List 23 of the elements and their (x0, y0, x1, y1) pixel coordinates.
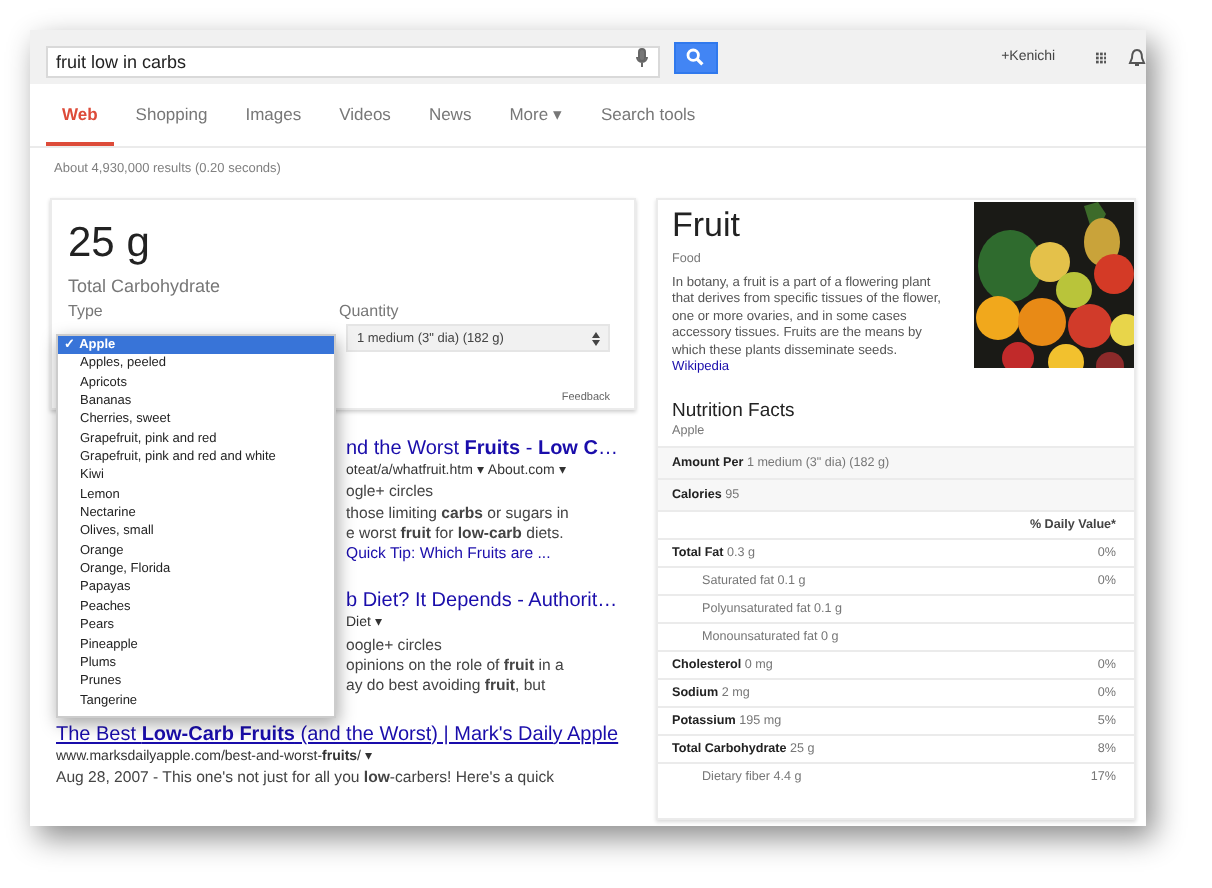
quantity-label: Quantity (339, 302, 401, 320)
nutrient-name: Total Carbohydrate (68, 276, 223, 296)
nutrition-heading: Nutrition Facts (670, 398, 797, 423)
search-tab[interactable]: Videos (323, 84, 407, 146)
search-button[interactable] (674, 41, 718, 73)
search-tab[interactable]: Search tools (584, 84, 712, 146)
search-tab[interactable]: Shopping (119, 84, 224, 146)
result-title-link[interactable]: b Diet? It Depends - Authorit… (346, 590, 618, 615)
search-field[interactable]: fruit low in carbs (46, 45, 660, 77)
result-title-link[interactable]: nd the Worst Fruits - Low C… (346, 438, 618, 462)
bell-icon[interactable] (1128, 47, 1146, 67)
type-label: Type (68, 302, 105, 320)
amount-value: 25 g (68, 220, 152, 268)
search-tab[interactable]: Images (229, 84, 318, 146)
search-tab[interactable]: Web (46, 84, 114, 146)
microphone-icon[interactable] (636, 47, 648, 67)
updown-arrows-icon (592, 331, 600, 345)
panel-title: Fruit (672, 204, 742, 248)
search-tab[interactable]: More ▾ (493, 84, 579, 146)
result-title-link[interactable]: The Best Low-Carb Fruits (and the Worst) | Mark's Daily Apple (56, 723, 619, 748)
apps-grid-icon[interactable] (1095, 49, 1106, 65)
search-tab[interactable]: News (412, 84, 488, 146)
search-icon (686, 48, 705, 66)
